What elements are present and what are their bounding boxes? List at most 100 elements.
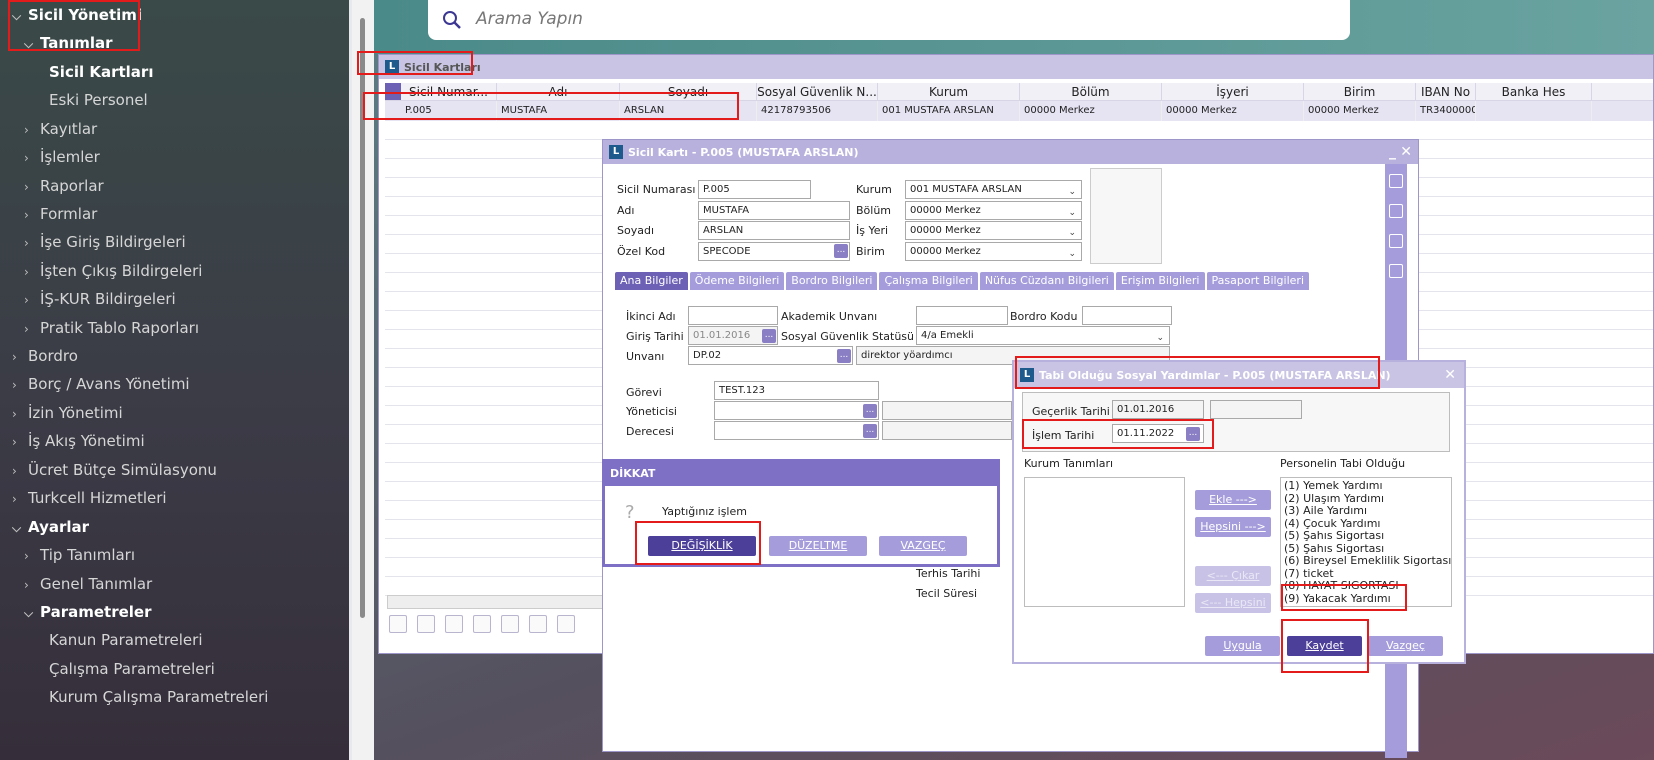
bordro-kodu-input[interactable] <box>1082 306 1172 325</box>
list-item[interactable]: (1) Yemek Yardımı <box>1284 479 1448 493</box>
options-icon[interactable] <box>557 615 575 633</box>
column-header[interactable]: Bölüm <box>1020 83 1162 100</box>
islem-tarihi-picker-button[interactable]: ... <box>1186 427 1200 441</box>
unvani-lookup-button[interactable]: ... <box>837 349 851 363</box>
isyeri-select[interactable]: 00000 Merkez ⌄ <box>905 221 1082 240</box>
kurum-select[interactable]: 001 MUSTAFA ARSLAN ⌄ <box>905 180 1082 199</box>
column-header[interactable]: Sicil Numar... <box>401 83 497 100</box>
personel-tabi-list[interactable]: (1) Yemek Yardımı (2) Ulaşım Yardımı (3) A… <box>1280 477 1452 607</box>
edit-icon[interactable] <box>417 615 435 633</box>
sidebar-scrollbar[interactable] <box>352 0 374 760</box>
column-header[interactable]: Birim <box>1304 83 1416 100</box>
sgk-statu-select[interactable]: 4/a Emekli ⌄ <box>916 326 1170 345</box>
list-item[interactable]: (6) Bireysel Emeklilik Sigortası <box>1284 554 1451 568</box>
list-item[interactable]: (8) HAYAT SIGORTASI <box>1284 579 1448 593</box>
sidebar-item[interactable]: › Bordro <box>0 342 78 370</box>
list-item[interactable]: (9) Yakacak Yardımı <box>1284 592 1448 606</box>
search-bar[interactable]: Arama Yapın <box>428 0 1350 40</box>
minimize-icon[interactable]: _ <box>1389 144 1396 160</box>
gecerlik-input[interactable]: 01.01.2016 <box>1112 400 1204 419</box>
sidebar-item[interactable]: › Turkcell Hizmetleri <box>0 484 167 512</box>
card-tab[interactable]: Bordro Bilgileri <box>786 272 878 290</box>
photo-box[interactable] <box>1090 168 1162 264</box>
derece-lookup-button[interactable]: ... <box>863 424 877 438</box>
card-tab[interactable]: Nüfus Cüzdanı Bilgileri <box>979 272 1114 290</box>
column-header[interactable]: IBAN No <box>1416 83 1476 100</box>
ikinci-adi-input[interactable] <box>688 306 778 325</box>
sidebar-item[interactable]: Kanun Parametreleri <box>0 626 203 654</box>
bolum-select[interactable]: 00000 Merkez ⌄ <box>905 201 1082 220</box>
cikar-button[interactable]: <--- Çıkar <box>1195 566 1271 586</box>
sidebar-item[interactable]: › Ücret Bütçe Simülasyonu <box>0 456 217 484</box>
gecerlik-extra-input[interactable] <box>1210 400 1302 419</box>
sidebar-item[interactable]: › Tip Tanımları <box>0 541 135 569</box>
sidebar-item[interactable]: › Pratik Tablo Raporları <box>0 314 199 342</box>
column-header[interactable]: Adı <box>497 83 620 100</box>
sicil-no-input[interactable]: P.005 <box>698 180 811 199</box>
kaydet-button[interactable]: Kaydet <box>1287 636 1362 656</box>
sidebar-item[interactable]: › İş Akış Yönetimi <box>0 427 145 455</box>
tools-icon[interactable] <box>1389 234 1403 248</box>
card-tab[interactable]: Çalışma Bilgileri <box>879 272 978 290</box>
hepsini-ekle-button[interactable]: Hepsini ---> <box>1195 517 1271 537</box>
column-header[interactable]: Soyadı <box>620 83 757 100</box>
basket-icon[interactable] <box>1389 174 1403 188</box>
sidebar-item[interactable]: › İşe Giriş Bildirgeleri <box>0 228 186 256</box>
duzeltme-button[interactable]: DÜZELTME <box>769 536 867 556</box>
vazgec-button[interactable]: Vazgeç <box>1368 636 1443 656</box>
ozel-kod-input[interactable]: SPECODE <box>698 242 850 261</box>
scrollbar-thumb[interactable] <box>360 18 365 618</box>
sidebar-item[interactable]: › İŞ-KUR Bildirgeleri <box>0 285 176 313</box>
sidebar-item[interactable]: Kurum Çalışma Parametreleri <box>0 683 268 711</box>
sidebar-item[interactable]: › Raporlar <box>0 172 104 200</box>
list-icon[interactable] <box>1389 264 1403 278</box>
horizontal-scrollbar[interactable] <box>387 595 619 609</box>
card-tab[interactable]: Ödeme Bilgileri <box>689 272 785 290</box>
card-tab[interactable]: Ana Bilgiler <box>615 272 688 290</box>
degisiklik-button[interactable]: DEĞİŞİKLİK <box>648 536 756 556</box>
birim-select[interactable]: 00000 Merkez ⌄ <box>905 242 1082 261</box>
sidebar-item[interactable]: › Genel Tanımlar <box>0 570 152 598</box>
adi-input[interactable]: MUSTAFA <box>698 201 850 220</box>
list-item[interactable]: (3) Aile Yardımı <box>1284 504 1448 518</box>
yonetici-lookup-button[interactable]: ... <box>863 404 877 418</box>
sidebar-item[interactable]: › Formlar <box>0 200 97 228</box>
sidebar-item[interactable]: › İşlemler <box>0 143 100 171</box>
sidebar-item[interactable]: Eski Personel <box>0 86 148 114</box>
akademik-input[interactable] <box>916 306 1008 325</box>
sidebar-item[interactable]: ⌵ Tanımlar <box>0 29 113 57</box>
sidebar-item[interactable]: › Borç / Avans Yönetimi <box>0 370 190 398</box>
column-header[interactable]: Sosyal Güvenlik N... <box>757 83 878 100</box>
sidebar-item[interactable]: Sicil Kartları <box>0 58 153 86</box>
list-item[interactable]: (5) Şahıs Sigortası <box>1284 529 1448 543</box>
sidebar-item[interactable]: ⌵ Parametreler <box>0 598 152 626</box>
vazgec-dialog-button[interactable]: VAZGEÇ <box>879 536 967 556</box>
uygula-button[interactable]: Uygula <box>1205 636 1280 656</box>
ekle-button[interactable]: Ekle ---> <box>1195 490 1271 510</box>
sidebar-item[interactable]: ⌵ Sicil Yönetimi <box>0 1 142 29</box>
column-header[interactable]: Banka Hes <box>1476 83 1592 100</box>
sidebar-item[interactable]: › Kayıtlar <box>0 115 97 143</box>
derece-input[interactable] <box>714 421 879 440</box>
close-icon[interactable]: ✕ <box>1400 144 1412 160</box>
kurum-tanimlari-list[interactable] <box>1024 477 1185 607</box>
sidebar-item[interactable]: ⌵ Ayarlar <box>0 513 89 541</box>
calculator-icon[interactable] <box>1389 204 1403 218</box>
sidebar-item[interactable]: › İzin Yönetimi <box>0 399 123 427</box>
giris-tarihi-picker-button[interactable]: ... <box>762 329 776 343</box>
view-icon[interactable] <box>473 615 491 633</box>
unvani-input[interactable]: DP.02 <box>688 346 853 365</box>
card-tab[interactable]: Erişim Bilgileri <box>1115 272 1205 290</box>
column-chooser-icon[interactable] <box>385 83 401 100</box>
ozel-kod-lookup-button[interactable]: ... <box>834 244 848 258</box>
column-header[interactable]: Kurum <box>878 83 1020 100</box>
close-icon[interactable]: ✕ <box>1444 367 1456 383</box>
yonetici-input[interactable] <box>714 401 879 420</box>
filter-icon[interactable] <box>529 615 547 633</box>
sidebar-item[interactable]: Çalışma Parametreleri <box>0 655 215 683</box>
hepsini-cikar-button[interactable]: <--- Hepsini <box>1195 593 1271 613</box>
column-header[interactable]: İşyeri <box>1162 83 1304 100</box>
card-tab[interactable]: Pasaport Bilgileri <box>1206 272 1309 290</box>
sidebar-item[interactable]: › İşten Çıkış Bildirgeleri <box>0 257 202 285</box>
soyadi-input[interactable]: ARSLAN <box>698 221 850 240</box>
